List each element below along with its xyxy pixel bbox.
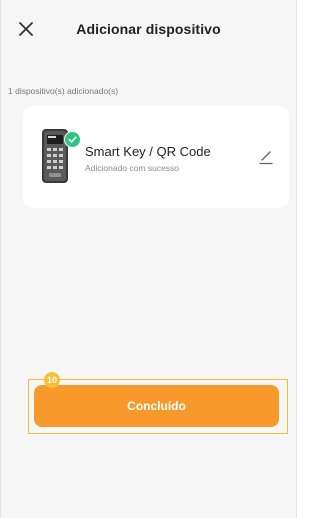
pencil-icon: [259, 151, 273, 165]
close-icon: [19, 22, 33, 36]
edit-device-button[interactable]: [259, 149, 273, 165]
device-name: Smart Key / QR Code: [85, 144, 211, 159]
add-device-screen: Adicionar dispositivo 1 dispositivo(s) a…: [0, 0, 297, 518]
added-count-text: 1 dispositivo(s) adicionado(s): [8, 86, 119, 96]
success-badge: [64, 131, 81, 148]
step-marker: 10: [44, 372, 60, 388]
device-card[interactable]: Smart Key / QR Code Adicionado com suces…: [23, 106, 289, 208]
check-icon: [68, 136, 77, 143]
device-status: Adicionado com sucesso: [85, 163, 180, 173]
done-button[interactable]: Concluído: [34, 385, 279, 427]
page-title: Adicionar dispositivo: [76, 21, 221, 37]
header: Adicionar dispositivo: [1, 0, 296, 58]
close-button[interactable]: [17, 20, 35, 38]
